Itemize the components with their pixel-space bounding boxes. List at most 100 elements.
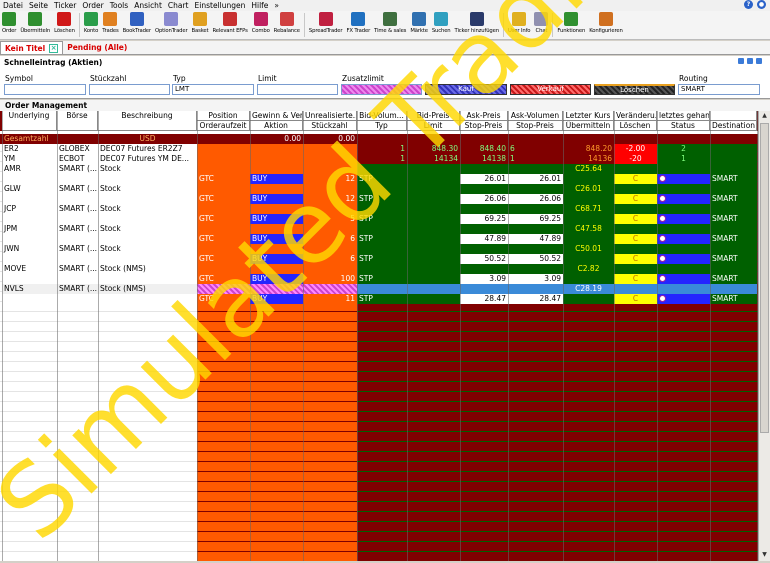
order-action[interactable]: BUY xyxy=(250,214,303,224)
column-subheader[interactable]: Stop-Preis xyxy=(508,121,563,131)
optiontrader-toolbar-button[interactable]: OptionTrader xyxy=(153,11,190,40)
order-action[interactable]: BUY xyxy=(250,234,303,244)
order-stop-price[interactable]: 26.06 xyxy=(460,194,508,204)
order-stop-price[interactable]: 47.89 xyxy=(460,234,508,244)
order-action[interactable]: BUY xyxy=(250,194,303,204)
order-aux-price[interactable]: 50.52 xyxy=(508,254,563,264)
column-header[interactable]: Ask-Preis xyxy=(460,111,508,121)
column-header[interactable]: Position xyxy=(197,111,250,121)
order-destination[interactable]: SMART xyxy=(710,274,757,284)
scroll-up-icon[interactable]: ▲ xyxy=(760,112,769,121)
order-tif[interactable]: GTC xyxy=(197,274,250,284)
column-subheader[interactable]: Stückzahl xyxy=(303,121,357,131)
chat-toolbar-button[interactable]: Chat xyxy=(532,11,550,40)
scroll-down-icon[interactable]: ▼ xyxy=(760,551,769,560)
column-header[interactable]: Beschreibung xyxy=(98,111,197,131)
order-aux-price[interactable]: 28.47 xyxy=(508,294,563,304)
order-type[interactable]: STP xyxy=(357,254,407,264)
order-destination[interactable]: SMART xyxy=(710,234,757,244)
order-tif[interactable]: GTC xyxy=(197,194,250,204)
functions-toolbar-button[interactable]: Funktionen xyxy=(555,11,587,40)
transmit-button[interactable]: C xyxy=(614,274,657,284)
stock-symbol[interactable]: JPM xyxy=(2,224,57,234)
routing-select[interactable]: SMART xyxy=(678,84,760,95)
search-toolbar-button[interactable]: Suchen xyxy=(430,11,453,40)
limit-field[interactable] xyxy=(257,84,338,95)
transmit-button[interactable]: C xyxy=(614,294,657,304)
column-subheader[interactable]: Destination xyxy=(710,121,757,131)
stock-symbol[interactable]: NVLS xyxy=(2,284,57,294)
panel-help-icon[interactable] xyxy=(738,58,744,64)
panel-close-icon[interactable] xyxy=(756,58,762,64)
order-quantity[interactable]: 11 xyxy=(303,294,357,304)
markets-toolbar-button[interactable]: Märkte xyxy=(408,11,430,40)
order-destination[interactable]: SMART xyxy=(710,294,757,304)
trades-toolbar-button[interactable]: Trades xyxy=(100,11,120,40)
column-subheader[interactable]: Status xyxy=(657,121,710,131)
order-destination[interactable]: SMART xyxy=(710,254,757,264)
combo-toolbar-button[interactable]: Combo xyxy=(250,11,272,40)
spreadtrader-toolbar-button[interactable]: SpreadTrader xyxy=(307,11,345,40)
order-stop-price[interactable]: 50.52 xyxy=(460,254,508,264)
transmit-button[interactable]: C xyxy=(614,234,657,244)
order-aux-price[interactable]: 69.25 xyxy=(508,214,563,224)
order-tif[interactable]: GTC xyxy=(197,234,250,244)
fx-toolbar-button[interactable]: FX Trader xyxy=(344,11,372,40)
vertical-scrollbar[interactable]: ▲ ▼ xyxy=(758,111,770,561)
order-action[interactable]: BUY xyxy=(250,174,303,184)
column-subheader[interactable]: Orderaufzeit xyxy=(197,121,250,131)
column-header[interactable]: Gewinn & Ver... xyxy=(250,111,303,121)
menu-ansicht[interactable]: Ansicht xyxy=(131,1,165,10)
order-quantity[interactable]: 6 xyxy=(303,254,357,264)
type-select[interactable]: LMT xyxy=(172,84,254,95)
order-tif[interactable]: GTC xyxy=(197,214,250,224)
order-tif[interactable]: GTC xyxy=(197,174,250,184)
order-status[interactable] xyxy=(657,254,710,264)
order-type[interactable]: STP xyxy=(357,214,407,224)
column-header[interactable]: Ask-Volumen xyxy=(508,111,563,121)
order-type[interactable]: STP xyxy=(357,234,407,244)
account-toolbar-button[interactable]: Konto xyxy=(82,11,100,40)
efp-toolbar-button[interactable]: Relevant EFPs xyxy=(210,11,249,40)
column-header[interactable]: Veränderu... xyxy=(614,111,657,121)
order-stop-price[interactable]: 3.09 xyxy=(460,274,508,284)
sell-button[interactable]: Verkauf xyxy=(510,84,591,95)
stock-symbol[interactable]: MOVE xyxy=(2,264,57,274)
order-aux-price[interactable]: 47.89 xyxy=(508,234,563,244)
order-type[interactable]: STP xyxy=(357,174,407,184)
column-header[interactable]: letztes gehan... xyxy=(657,111,710,121)
column-subheader[interactable]: Löschen xyxy=(614,121,657,131)
transmit-button[interactable]: C xyxy=(614,174,657,184)
menu-chart[interactable]: Chart xyxy=(165,1,192,10)
column-header[interactable]: Bid-Volum... xyxy=(357,111,407,121)
order-type[interactable]: STP xyxy=(357,194,407,204)
order-stop-price[interactable]: 26.01 xyxy=(460,174,508,184)
order-tif[interactable]: GTC xyxy=(197,294,250,304)
order-destination[interactable]: SMART xyxy=(710,174,757,184)
order-status[interactable] xyxy=(657,234,710,244)
panel-settings-icon[interactable] xyxy=(747,58,753,64)
column-header[interactable]: Unrealisierte... xyxy=(303,111,357,121)
order-status[interactable] xyxy=(657,194,710,204)
order-action[interactable]: BUY xyxy=(250,274,303,284)
buy-button[interactable]: Kauf xyxy=(425,84,507,95)
column-header[interactable]: Börse xyxy=(57,111,98,131)
transmit-toolbar-button[interactable]: Übermitteln xyxy=(18,11,52,40)
order-aux-price[interactable]: 3.09 xyxy=(508,274,563,284)
transmit-button[interactable]: C xyxy=(614,254,657,264)
order-type[interactable]: STP xyxy=(357,294,407,304)
column-subheader[interactable]: Aktion xyxy=(250,121,303,131)
quantity-field[interactable] xyxy=(89,84,170,95)
order-stop-price[interactable]: 28.47 xyxy=(460,294,508,304)
delete-button[interactable]: Löschen xyxy=(594,84,675,95)
menu-hilfe[interactable]: Hilfe xyxy=(248,1,271,10)
order-status[interactable] xyxy=(657,214,710,224)
order-stop-price[interactable]: 69.25 xyxy=(460,214,508,224)
menu-ticker[interactable]: Ticker xyxy=(51,1,79,10)
order-action[interactable]: BUY xyxy=(250,254,303,264)
menu-order[interactable]: Order xyxy=(79,1,106,10)
order-quantity[interactable]: 5 xyxy=(303,214,357,224)
order-quantity[interactable]: 12 xyxy=(303,174,357,184)
order-aux-price[interactable]: 26.01 xyxy=(508,174,563,184)
stock-symbol[interactable]: JWN xyxy=(2,244,57,254)
